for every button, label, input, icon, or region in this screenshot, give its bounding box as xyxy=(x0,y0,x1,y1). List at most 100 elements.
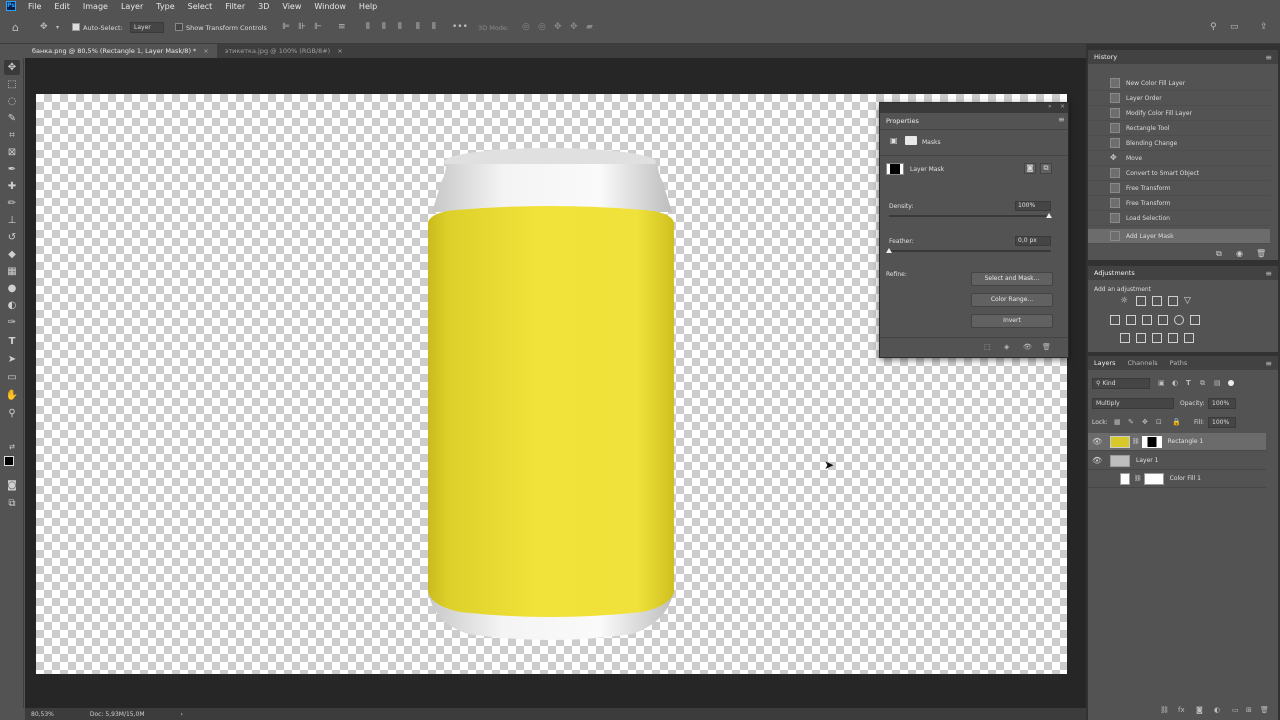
filter-kind-dropdown[interactable]: ⚲ Kind xyxy=(1092,378,1150,389)
color-lookup-icon[interactable] xyxy=(1190,315,1200,325)
panel-menu-icon[interactable]: ≡ xyxy=(1058,115,1065,124)
channels-tab[interactable]: Channels xyxy=(1128,359,1158,367)
healing-brush-icon[interactable]: ✚ xyxy=(4,179,20,194)
close-icon[interactable]: × xyxy=(1060,103,1065,110)
lock-position-icon[interactable]: ✥ xyxy=(1142,418,1148,427)
foreground-color-swatch[interactable] xyxy=(4,456,14,466)
auto-select-checkbox[interactable] xyxy=(72,23,80,31)
path-selection-icon[interactable]: ➤ xyxy=(4,352,20,367)
layer-row-rectangle-1[interactable]: 👁 ⛓ Rectangle 1 xyxy=(1088,433,1266,451)
history-item[interactable]: Blending Change xyxy=(1088,136,1270,151)
lock-transparent-icon[interactable]: ▦ xyxy=(1114,418,1121,427)
zoom-tool-icon[interactable]: ⚲ xyxy=(4,406,20,421)
filter-pixel-icon[interactable]: ▣ xyxy=(1158,379,1165,388)
layer-mask-thumbnail[interactable] xyxy=(1141,435,1162,448)
history-item[interactable]: Load Selection xyxy=(1088,211,1270,226)
filter-smart-object-icon[interactable]: ▤ xyxy=(1214,379,1221,388)
distribute-left-icon[interactable]: ⫴ xyxy=(366,23,370,32)
menu-window[interactable]: Window xyxy=(314,2,346,11)
select-and-mask-button[interactable]: Select and Mask... xyxy=(971,272,1053,286)
history-item[interactable]: Free Transform xyxy=(1088,196,1270,211)
brush-tool-icon[interactable]: ✏ xyxy=(4,196,20,211)
hand-tool-icon[interactable]: ✋ xyxy=(4,388,20,403)
distribute-top-icon[interactable]: ⫴ xyxy=(416,23,420,32)
quick-mask-icon[interactable]: ◙ xyxy=(4,478,20,493)
invert-icon[interactable] xyxy=(1120,333,1130,343)
select-pixel-mask-icon[interactable]: ◙ xyxy=(1024,163,1036,174)
menu-filter[interactable]: Filter xyxy=(225,2,245,11)
align-top-icon[interactable]: ≡ xyxy=(338,23,346,32)
lock-all-icon[interactable]: 🔒 xyxy=(1172,418,1181,427)
align-left-icon[interactable]: ⊫ xyxy=(282,23,290,32)
vector-mask-icon[interactable] xyxy=(905,136,917,145)
invert-button[interactable]: Invert xyxy=(971,314,1053,328)
zoom-level[interactable]: 80,53% xyxy=(31,711,54,718)
history-item[interactable]: Rectangle Tool xyxy=(1088,121,1270,136)
tab-etiketka[interactable]: этикетка.jpg @ 100% (RGB/8#) × xyxy=(217,44,351,58)
eye-icon[interactable]: 👁 xyxy=(1023,343,1032,352)
group-icon[interactable]: ▭ xyxy=(1232,706,1239,715)
distribute-bottom-icon[interactable]: ⫴ xyxy=(432,23,436,32)
density-slider-handle[interactable] xyxy=(1046,213,1052,218)
link-icon[interactable]: ⛓ xyxy=(1134,475,1142,482)
workspace-icon[interactable]: ▭ xyxy=(1230,23,1239,32)
photo-filter-icon[interactable] xyxy=(1158,315,1168,325)
filter-toggle-icon[interactable] xyxy=(1228,380,1234,386)
chevron-down-icon[interactable]: ▾ xyxy=(56,23,59,32)
trash-icon[interactable]: 🗑 xyxy=(1260,706,1269,715)
properties-drag-bar[interactable]: » × xyxy=(880,103,1068,113)
opacity-field[interactable]: 100% xyxy=(1208,398,1236,409)
blur-tool-icon[interactable]: ● xyxy=(4,281,20,296)
3d-pan-icon[interactable]: ✥ xyxy=(554,23,562,32)
filter-adjustment-icon[interactable]: ◐ xyxy=(1172,379,1178,388)
align-center-icon[interactable]: ⊪ xyxy=(298,23,306,32)
eye-icon[interactable]: 👁 xyxy=(1092,437,1104,446)
menu-type[interactable]: Type xyxy=(156,2,174,11)
menu-image[interactable]: Image xyxy=(83,2,108,11)
threshold-icon[interactable] xyxy=(1152,333,1162,343)
more-options-icon[interactable]: ••• xyxy=(452,23,468,32)
lock-artboard-icon[interactable]: ⊡ xyxy=(1156,418,1162,427)
pixel-mask-icon[interactable]: ▣ xyxy=(890,136,898,145)
add-mask-icon[interactable]: ◙ xyxy=(1196,706,1203,715)
filter-shape-icon[interactable]: ⧉ xyxy=(1200,379,1205,388)
trash-icon[interactable]: 🗑 xyxy=(1042,343,1051,352)
layer-row-color-fill-1[interactable]: ⛓ Color Fill 1 xyxy=(1088,470,1266,488)
frame-tool-icon[interactable]: ⊠ xyxy=(4,145,20,160)
posterize-icon[interactable] xyxy=(1136,333,1146,343)
channel-mixer-icon[interactable] xyxy=(1174,315,1184,325)
home-icon[interactable]: ⌂ xyxy=(12,22,19,33)
add-vector-mask-icon[interactable]: ⧉ xyxy=(1040,163,1052,174)
menu-view[interactable]: View xyxy=(282,2,301,11)
align-right-icon[interactable]: ⊩ xyxy=(314,23,322,32)
menu-file[interactable]: File xyxy=(28,2,41,11)
history-item[interactable]: New Color Fill Layer xyxy=(1088,76,1270,91)
filter-type-icon[interactable]: T xyxy=(1186,379,1191,388)
gradient-map-icon[interactable] xyxy=(1168,333,1178,343)
collapse-icon[interactable]: » xyxy=(1048,103,1052,110)
camera-icon[interactable]: ◉ xyxy=(1236,249,1243,258)
adjustment-layer-icon[interactable]: ◐ xyxy=(1214,706,1220,715)
3d-roll-icon[interactable]: ◎ xyxy=(538,23,546,32)
history-brush-icon[interactable]: ↺ xyxy=(4,230,20,245)
feather-slider[interactable] xyxy=(889,250,1051,252)
quick-selection-tool-icon[interactable]: ✎ xyxy=(4,111,20,126)
layer-mask-thumbnail[interactable] xyxy=(1143,472,1164,485)
default-colors-icon[interactable]: ⇄ xyxy=(4,440,20,455)
menu-help[interactable]: Help xyxy=(359,2,377,11)
load-selection-icon[interactable]: ⬚ xyxy=(984,343,991,352)
screen-mode-icon[interactable]: ⧉ xyxy=(4,496,20,511)
link-layers-icon[interactable]: ⛓ xyxy=(1160,706,1169,715)
menu-3d[interactable]: 3D xyxy=(258,2,269,11)
lasso-tool-icon[interactable]: ◌ xyxy=(4,94,20,109)
layers-tab[interactable]: Layers xyxy=(1094,359,1116,367)
link-icon[interactable]: ⛓ xyxy=(1132,438,1140,445)
close-icon[interactable]: × xyxy=(203,47,208,55)
new-layer-icon[interactable]: ⊞ xyxy=(1246,706,1252,715)
curves-icon[interactable] xyxy=(1152,296,1162,306)
density-slider[interactable] xyxy=(889,215,1051,217)
snapshot-from-state-icon[interactable]: ⧉ xyxy=(1216,249,1222,259)
black-white-icon[interactable] xyxy=(1142,315,1152,325)
color-range-button[interactable]: Color Range... xyxy=(971,293,1053,307)
3d-camera-icon[interactable]: ▰ xyxy=(586,23,593,32)
